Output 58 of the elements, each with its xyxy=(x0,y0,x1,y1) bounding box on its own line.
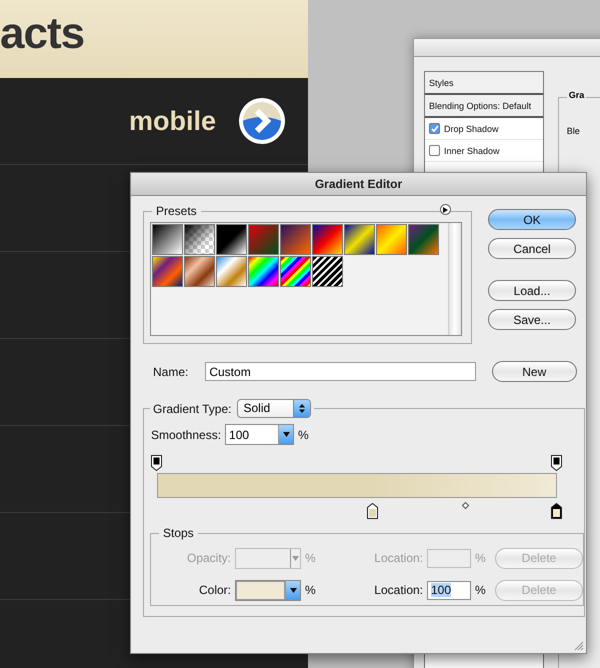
nav-row[interactable]: mobile xyxy=(0,78,308,165)
checkbox[interactable] xyxy=(429,123,440,134)
location-label: Location: xyxy=(373,551,423,565)
page-heading: acts xyxy=(0,9,84,59)
smoothness-label: Smoothness: xyxy=(151,428,222,442)
checkbox[interactable] xyxy=(429,145,440,156)
group-legend: Gra xyxy=(566,90,586,100)
group-label: Ble xyxy=(566,126,580,136)
window-title: Gradient Editor xyxy=(314,177,402,191)
menu-arrow-icon[interactable] xyxy=(440,204,451,215)
opacity-stop[interactable] xyxy=(151,455,162,471)
opacity-stop-track[interactable] xyxy=(151,455,562,471)
up-down-arrows-icon xyxy=(298,404,304,413)
gradient-preset[interactable] xyxy=(184,224,215,255)
stops-legend: Stops xyxy=(159,526,198,540)
dropdown-arrow-icon xyxy=(292,556,299,560)
stop-label: Opacity: xyxy=(186,551,231,565)
style-label[interactable]: Drop Shadow xyxy=(444,124,499,134)
location-label: Location: xyxy=(373,583,423,597)
new-button[interactable]: New xyxy=(492,361,577,382)
presets-legend: Presets xyxy=(152,204,201,218)
name-label: Name: xyxy=(153,364,188,378)
gradient-preset[interactable] xyxy=(248,256,279,287)
smoothness-field[interactable]: 100 xyxy=(225,424,294,445)
color-swatch-picker[interactable] xyxy=(235,580,301,600)
location-field[interactable]: 100 xyxy=(427,580,471,600)
name-field[interactable]: Custom xyxy=(205,362,476,381)
percent-unit: % xyxy=(305,583,317,597)
gradient-preset[interactable] xyxy=(312,224,343,255)
dropdown-arrow-icon xyxy=(282,432,290,437)
percent-unit: % xyxy=(298,428,309,442)
style-label[interactable]: Inner Shadow xyxy=(444,146,500,156)
dialog-button[interactable]: OK xyxy=(488,209,576,230)
color-stop[interactable] xyxy=(551,503,562,519)
gradient-preset[interactable] xyxy=(216,224,247,255)
opacity-stop[interactable] xyxy=(551,455,562,471)
dialog-button[interactable]: Load... xyxy=(488,280,576,301)
stop-label: Color: xyxy=(198,583,231,597)
gradient-preset[interactable] xyxy=(344,224,375,255)
dialog-button[interactable]: Save... xyxy=(488,309,576,330)
midpoint-diamond-icon[interactable] xyxy=(462,502,470,509)
arrow-circle-icon[interactable] xyxy=(238,97,286,145)
percent-unit: % xyxy=(305,551,317,565)
percent-unit: % xyxy=(475,583,487,597)
gradient-type-select[interactable]: Solid xyxy=(236,399,310,418)
opacity-field[interactable] xyxy=(235,548,301,568)
gradient-preset[interactable] xyxy=(280,256,311,287)
gradient-preset[interactable] xyxy=(152,224,183,255)
resize-grip-icon[interactable] xyxy=(572,639,584,651)
gradient-preset[interactable] xyxy=(312,256,343,287)
dialog-button[interactable]: Cancel xyxy=(488,238,576,259)
color-stop[interactable] xyxy=(367,503,378,519)
percent-unit: % xyxy=(475,551,487,565)
styles-list-item[interactable]: Styles xyxy=(429,78,454,88)
dropdown-arrow-icon xyxy=(290,588,296,592)
nav-label: mobile xyxy=(128,106,216,136)
scrollbar[interactable] xyxy=(448,223,461,335)
gradient-type-label: Gradient Type: xyxy=(153,402,232,416)
